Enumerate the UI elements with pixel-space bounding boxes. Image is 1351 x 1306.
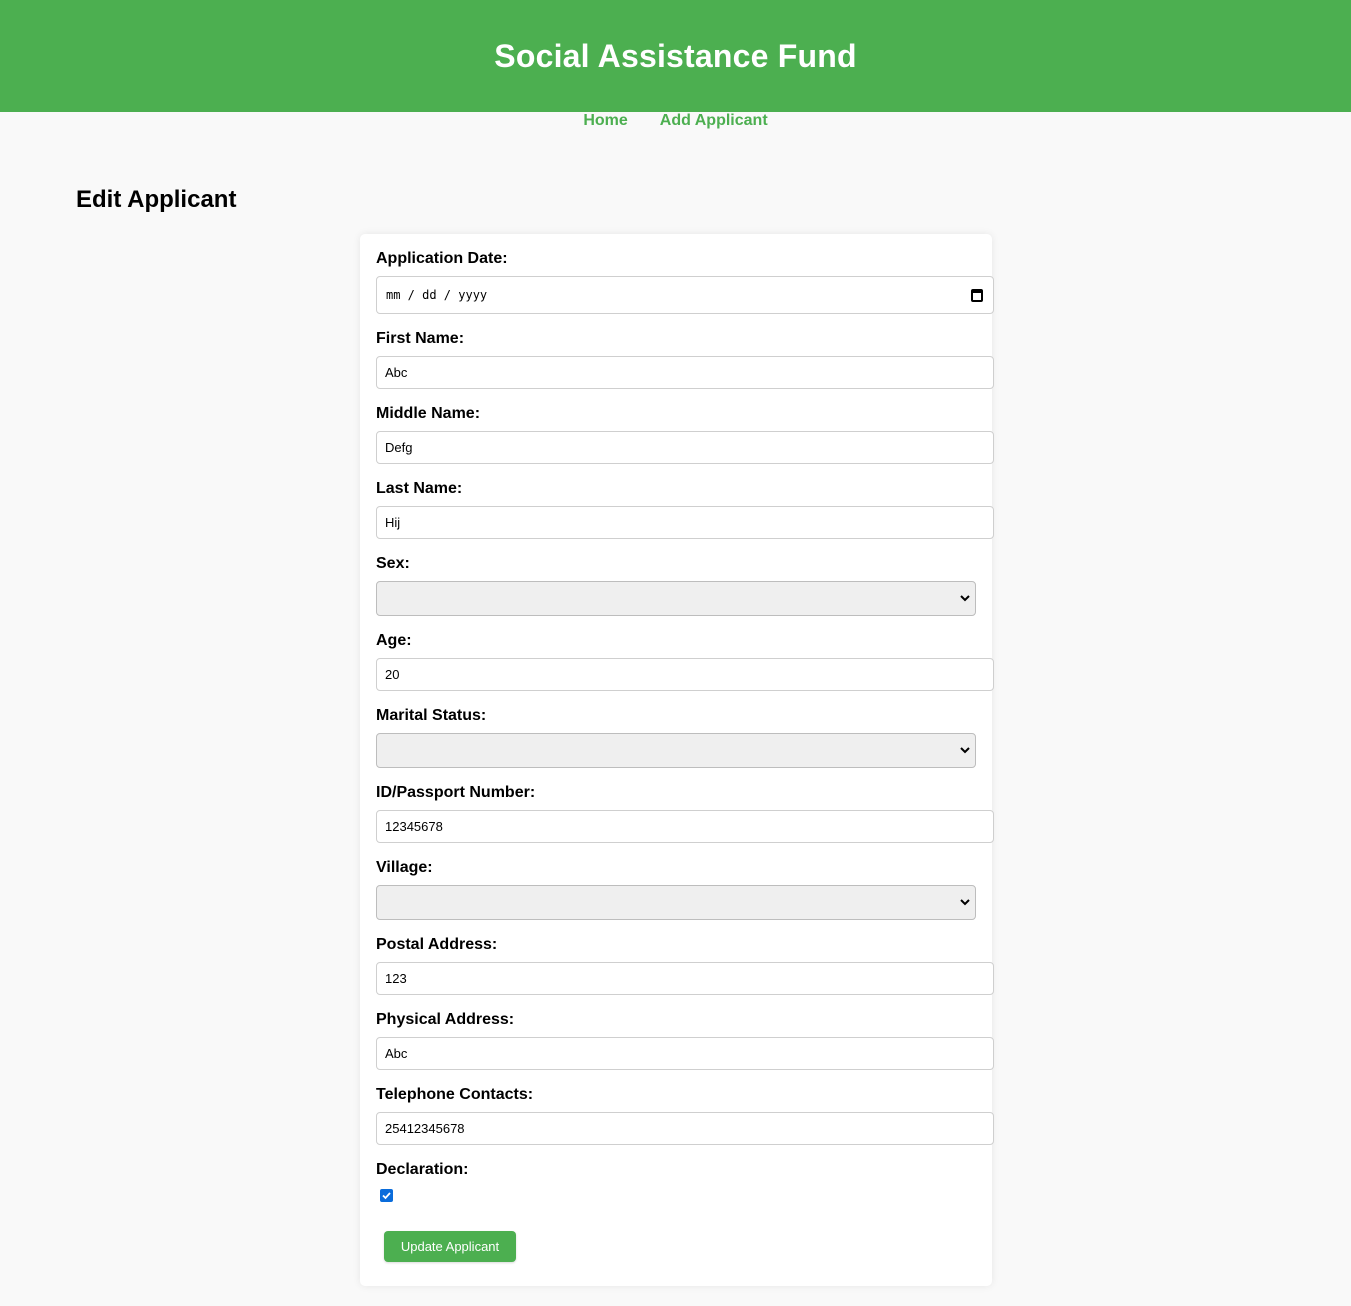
chevron-down-icon	[960, 899, 970, 906]
postal-address-input[interactable]	[376, 962, 994, 995]
update-applicant-button[interactable]: Update Applicant	[384, 1231, 516, 1262]
app-title: Social Assistance Fund	[494, 37, 857, 74]
page-title: Edit Applicant	[76, 186, 237, 213]
village-select[interactable]	[376, 885, 976, 920]
nav-link-add-applicant[interactable]: Add Applicant	[660, 112, 768, 132]
marital-status-select[interactable]	[376, 733, 976, 768]
village-label: Village:	[376, 859, 433, 876]
middle-name-input[interactable]	[376, 431, 994, 464]
sex-label: Sex:	[376, 555, 410, 572]
age-input[interactable]	[376, 658, 994, 691]
postal-address-label: Postal Address:	[376, 936, 498, 953]
date-placeholder: mm / dd / yyyy	[386, 288, 488, 302]
first-name-input[interactable]	[376, 356, 994, 389]
chevron-down-icon	[960, 595, 970, 602]
age-label: Age:	[376, 632, 412, 649]
sex-select[interactable]	[376, 581, 976, 616]
last-name-input[interactable]	[376, 506, 994, 539]
last-name-label: Last Name:	[376, 480, 463, 497]
physical-address-input[interactable]	[376, 1037, 994, 1070]
calendar-icon[interactable]	[971, 288, 983, 302]
declaration-label: Declaration:	[376, 1161, 469, 1178]
id-passport-label: ID/Passport Number:	[376, 784, 536, 801]
edit-applicant-form: Application Date: mm / dd / yyyy First N…	[360, 234, 994, 1286]
chevron-down-icon	[960, 747, 970, 754]
checkmark-icon	[382, 1192, 391, 1200]
nav-link-home[interactable]: Home	[583, 112, 627, 132]
top-nav: Home Add Applicant	[0, 112, 1351, 132]
telephone-label: Telephone Contacts:	[376, 1086, 534, 1103]
marital-status-label: Marital Status:	[376, 707, 487, 724]
telephone-input[interactable]	[376, 1112, 994, 1145]
app-header: Social Assistance Fund	[0, 0, 1351, 112]
id-passport-input[interactable]	[376, 810, 994, 843]
declaration-checkbox[interactable]	[380, 1189, 393, 1202]
middle-name-label: Middle Name:	[376, 405, 481, 422]
first-name-label: First Name:	[376, 330, 465, 347]
physical-address-label: Physical Address:	[376, 1011, 515, 1028]
application-date-input[interactable]: mm / dd / yyyy	[376, 276, 994, 314]
application-date-label: Application Date:	[376, 250, 508, 267]
